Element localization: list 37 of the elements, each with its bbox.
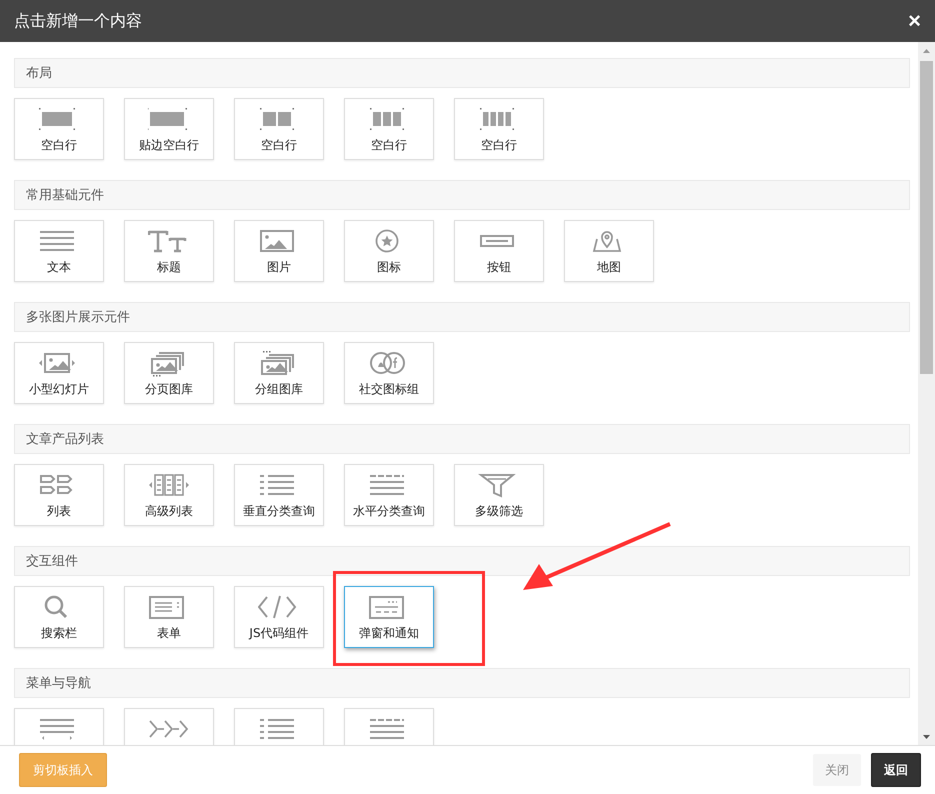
component-tile[interactable]: 分页图库 [124,342,214,404]
component-tile[interactable]: 空白行 [234,98,324,160]
section-title: 多张图片展示元件 [26,309,130,326]
component-tile[interactable]: 空白行 [454,98,544,160]
columns-carousel-icon [148,473,190,499]
component-tile[interactable]: 图标 [344,220,434,282]
component-tile[interactable]: 垂直分类查询 [234,464,324,526]
component-tile[interactable]: 贴边空白行 [124,98,214,160]
section-title: 菜单与导航 [26,675,91,692]
section-title: 布局 [26,65,52,82]
close-button[interactable]: × [908,10,921,32]
component-tile[interactable]: 社交图标组 [344,342,434,404]
component-tile[interactable]: 高级列表 [124,464,214,526]
component-tile[interactable]: 分组图库 [234,342,324,404]
component-tile[interactable]: 空白行 [14,98,104,160]
component-tile[interactable]: 文本 [14,220,104,282]
component-tile[interactable]: 按钮 [454,220,544,282]
component-tile[interactable]: 列表 [14,464,104,526]
component-tile[interactable]: JS代码组件 [234,586,324,648]
component-tile[interactable]: 空白行 [344,98,434,160]
scrollbar[interactable] [918,42,935,745]
back-button[interactable]: 返回 [871,753,921,787]
wide-block-icon [148,107,190,133]
component-tile[interactable]: 多级筛选 [454,464,544,526]
component-tile[interactable]: 表单 [124,586,214,648]
component-tile[interactable]: 标题 [124,220,214,282]
scroll-thumb[interactable] [920,61,933,374]
component-tile[interactable]: 搜索栏 [14,586,104,648]
window-title: 点击新增一个内容 [14,10,142,32]
component-tile[interactable]: 小型幻灯片 [14,342,104,404]
component-tile[interactable]: 水平分类查询 [344,464,434,526]
component-tile[interactable]: 弹窗和通知 [344,586,434,648]
component-tile[interactable]: 图片 [234,220,324,282]
component-tile[interactable]: 地图 [564,220,654,282]
section-title: 文章产品列表 [26,431,104,448]
section-title: 交互组件 [26,553,78,570]
section-title: 常用基础元件 [26,187,104,204]
